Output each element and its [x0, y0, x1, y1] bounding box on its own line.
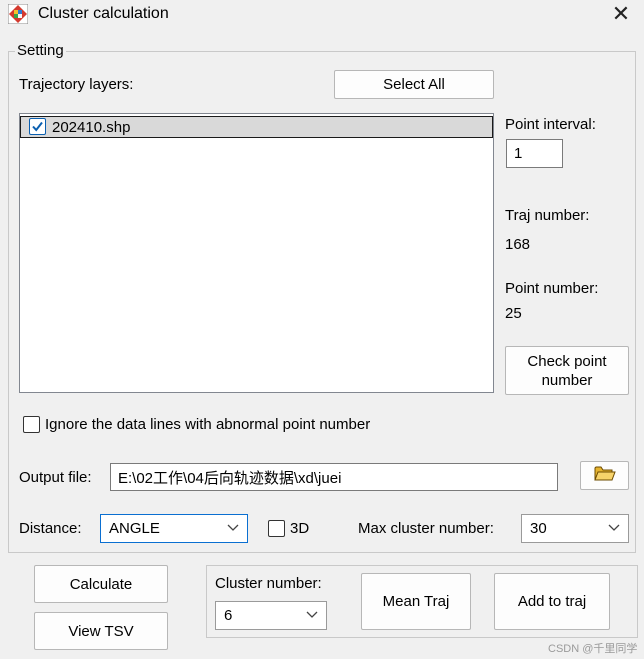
window-title: Cluster calculation	[38, 5, 169, 22]
point-number-value: 25	[505, 305, 522, 322]
traj-number-value: 168	[505, 236, 531, 253]
point-interval-field[interactable]: 1	[506, 139, 563, 168]
trajectory-layers-label: Trajectory layers:	[19, 76, 134, 93]
color-grid-app-icon	[7, 3, 29, 25]
chevron-down-icon	[306, 611, 318, 618]
point-interval-label: Point interval:	[505, 116, 596, 133]
trajectory-layers-list[interactable]	[19, 113, 494, 393]
layer-checkbox[interactable]	[29, 118, 46, 135]
calculate-button-label: Calculate	[69, 575, 133, 593]
max-cluster-label: Max cluster number:	[358, 520, 494, 537]
view-tsv-button-label: View TSV	[68, 622, 134, 640]
distance-value: ANGLE	[109, 520, 160, 537]
calculate-button[interactable]: Calculate	[34, 565, 168, 603]
max-cluster-value: 30	[530, 520, 547, 537]
traj-number-label: Traj number:	[505, 207, 590, 224]
point-number-label: Point number:	[505, 280, 599, 297]
chevron-down-icon	[608, 524, 620, 531]
check-point-label-line2: number	[541, 371, 593, 389]
chevron-down-icon	[227, 524, 239, 531]
cluster-number-label: Cluster number:	[215, 575, 322, 592]
select-all-button[interactable]: Select All	[334, 70, 494, 99]
cluster-number-select[interactable]: 6	[215, 601, 327, 630]
watermark: CSDN @千里同学	[548, 643, 638, 655]
view-tsv-button[interactable]: View TSV	[34, 612, 168, 650]
setting-legend: Setting	[15, 42, 66, 59]
close-icon[interactable]: ✕	[606, 2, 636, 28]
three-d-label: 3D	[290, 520, 310, 537]
browse-button[interactable]	[580, 461, 629, 490]
mean-traj-button-label: Mean Traj	[382, 593, 450, 610]
distance-label: Distance:	[19, 520, 82, 537]
add-to-traj-button[interactable]: Add to traj	[494, 573, 610, 630]
ignore-abnormal-label: Ignore the data lines with abnormal poin…	[45, 416, 371, 433]
check-point-label-line1: Check point	[527, 352, 607, 370]
point-interval-value: 1	[514, 145, 523, 162]
output-file-label: Output file:	[19, 469, 92, 486]
check-point-number-button[interactable]: Check point number	[505, 346, 629, 395]
distance-select[interactable]: ANGLE	[100, 514, 248, 543]
add-to-traj-button-label: Add to traj	[517, 593, 587, 610]
cluster-number-value: 6	[224, 607, 233, 624]
max-cluster-select[interactable]: 30	[521, 514, 629, 543]
select-all-button-label: Select All	[383, 76, 445, 93]
output-file-value: E:\02工作\04后向轨迹数据\xd\juei	[118, 469, 342, 487]
mean-traj-button[interactable]: Mean Traj	[361, 573, 471, 630]
ignore-abnormal-checkbox[interactable]	[23, 416, 40, 433]
output-file-field[interactable]: E:\02工作\04后向轨迹数据\xd\juei	[110, 463, 558, 491]
open-folder-icon	[593, 464, 616, 487]
three-d-checkbox[interactable]	[268, 520, 285, 537]
layer-name: 202410.shp	[52, 119, 131, 136]
